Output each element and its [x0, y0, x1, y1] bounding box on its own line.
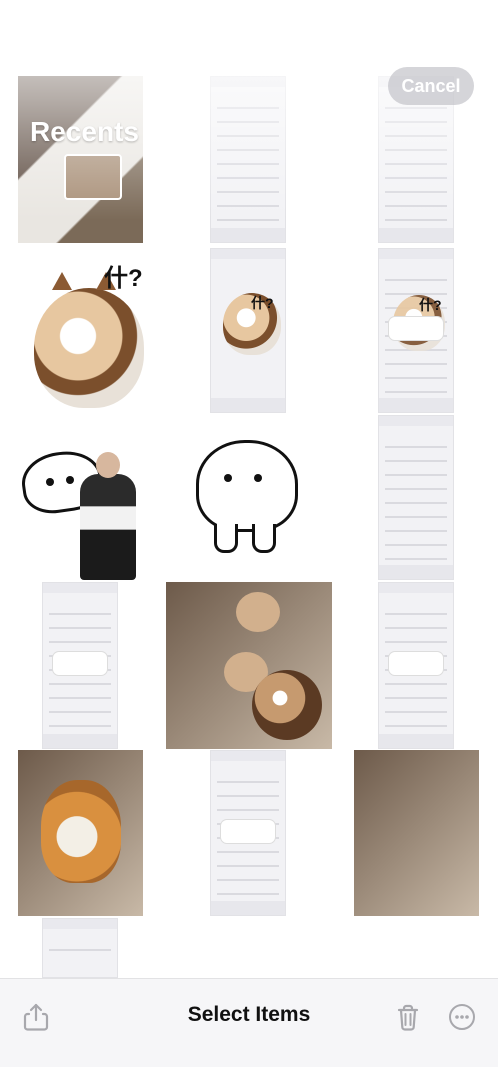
delete-button[interactable] [388, 997, 428, 1037]
cancel-button[interactable]: Cancel [388, 67, 474, 105]
screenshot-stickers-alert[interactable] [210, 750, 286, 916]
screenshot-settings-list[interactable] [42, 918, 118, 978]
screenshot-text: 什? [251, 295, 274, 311]
more-icon [449, 1004, 475, 1030]
status-time: 13:14 [52, 18, 110, 43]
photo-grid: 什? 什? 什? [0, 0, 498, 1066]
screenshot-cat-alert[interactable]: 什? [378, 248, 454, 413]
battery-icon [436, 23, 473, 39]
screenshot-contacts-alert[interactable] [42, 582, 118, 749]
photo-corgi[interactable] [18, 750, 143, 916]
sticker-rapper-with-blob[interactable] [18, 430, 143, 580]
bottom-toolbar: Select Items [0, 978, 498, 1067]
sticker-blob-character[interactable] [190, 430, 300, 580]
screenshot-contacts-grid[interactable] [210, 76, 286, 243]
status-bar: 13:14 [0, 0, 498, 64]
photo-hand-holding-picture[interactable] [18, 76, 143, 243]
screenshot-cat-sticker[interactable]: 什? [210, 248, 286, 413]
status-icons [357, 22, 473, 40]
photo-aurora[interactable] [354, 750, 479, 916]
page-title: Recents [30, 116, 139, 147]
cellular-signal-icon [357, 22, 382, 40]
screenshot-text: 什? [419, 297, 442, 313]
sticker-cat-question[interactable]: 什? [18, 248, 163, 413]
screenshot-photo-library[interactable] [378, 415, 454, 580]
sticker-text: 什? [104, 265, 143, 292]
wifi-icon [396, 22, 422, 39]
screenshot-hand-cat-alert[interactable] [378, 582, 454, 749]
more-button[interactable] [442, 997, 482, 1037]
photo-hand-and-cat[interactable] [166, 582, 332, 749]
trash-icon [397, 1004, 419, 1031]
